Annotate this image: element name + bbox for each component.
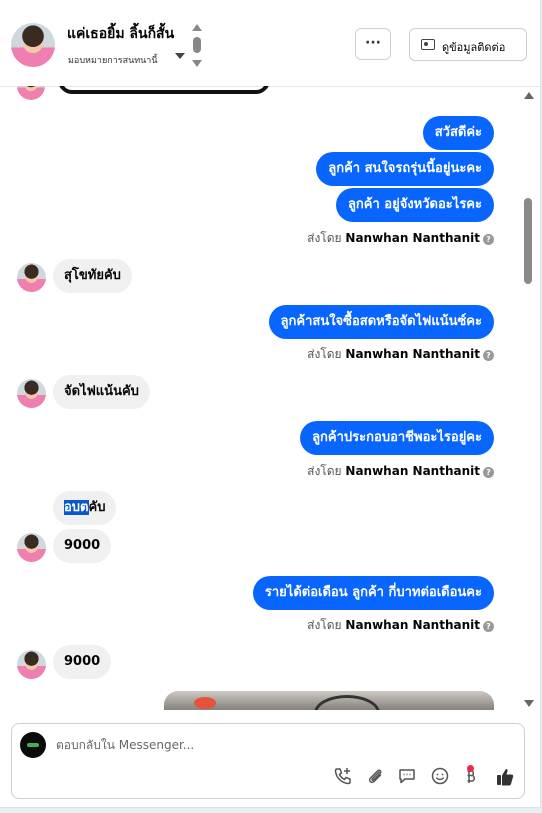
attach-icon[interactable] [364, 766, 386, 788]
incoming-message[interactable]: 9000 [53, 529, 112, 563]
view-contact-button[interactable]: ดูข้อมูลติดต่อ [409, 28, 527, 61]
contact-card-icon [421, 39, 435, 50]
more-options-button[interactable]: ··· [355, 28, 391, 60]
sender-name: Nanwhan Nanthanit [345, 464, 480, 478]
avatar [17, 379, 46, 408]
image-attachment[interactable] [164, 691, 494, 710]
incoming-message[interactable]: อบตคับ [53, 491, 117, 525]
info-icon[interactable]: ? [483, 234, 494, 245]
incoming-message[interactable]: สุโขทัยคับ [53, 259, 132, 293]
outgoing-message[interactable]: ลูกค้าประกอบอาชีพอะไรอยู่คะ [300, 421, 494, 455]
sender-name: Nanwhan Nanthanit [345, 618, 480, 632]
info-icon[interactable]: ? [483, 350, 494, 361]
avatar [17, 650, 46, 679]
sender-name: Nanwhan Nanthanit [345, 347, 480, 361]
incoming-message[interactable]: 9000 [53, 645, 112, 679]
outgoing-message[interactable]: รายได้ต่อเดือน ลูกค้า กี่บาทต่อเดือนคะ [252, 576, 494, 610]
outgoing-message[interactable]: ลูกค้า สนใจรถรุ่นนี้อยู่นะคะ [316, 152, 494, 186]
sender-name: Nanwhan Nanthanit [345, 231, 480, 245]
info-icon[interactable]: ? [483, 621, 494, 632]
contact-name[interactable]: แค่เธอยิ้ม ลิ้นก็สั้น [67, 23, 174, 45]
message-list[interactable]: สวัสดีค่ะ ลูกค้า สนใจรถรุ่นนี้อยู่นะคะ ล… [0, 86, 520, 710]
message-text: คับ [88, 500, 106, 515]
sent-by-label: ส่งโดย Nanwhan Nanthanit? [307, 616, 494, 635]
view-contact-label: ดูข้อมูลติดต่อ [442, 41, 506, 54]
outgoing-message[interactable]: ลูกค้าสนใจซื้อสดหรือจัดไฟแน้นซ์คะ [268, 305, 494, 339]
sent-by-prefix: ส่งโดย [307, 618, 342, 632]
scroll-down-icon[interactable] [192, 60, 202, 67]
assign-conversation-label[interactable]: มอบหมายการสนทนานี้ [68, 53, 158, 67]
page-avatar [20, 732, 46, 758]
sent-by-prefix: ส่งโดย [307, 231, 342, 245]
scroll-thumb[interactable] [193, 37, 201, 53]
info-icon[interactable]: ? [483, 467, 494, 478]
conversation-header: แค่เธอยิ้ม ลิ้นก็สั้น มอบหมายการสนทนานี้… [0, 0, 540, 87]
emoji-icon[interactable] [429, 766, 451, 788]
message-bubble-cropped [58, 86, 270, 94]
avatar [17, 533, 46, 562]
avatar [17, 263, 46, 292]
scroll-up-icon[interactable] [524, 92, 534, 99]
message-scrollbar[interactable] [521, 88, 535, 708]
sent-by-label: ส่งโดย Nanwhan Nanthanit? [307, 462, 494, 481]
sent-by-prefix: ส่งโดย [307, 347, 342, 361]
notification-dot [467, 765, 474, 772]
conversation-panel: แค่เธอยิ้ม ลิ้นก็สั้น มอบหมายการสนทนานี้… [0, 0, 541, 808]
scroll-up-icon[interactable] [192, 24, 202, 31]
scroll-down-icon[interactable] [524, 700, 534, 707]
header-scrollbar[interactable] [192, 24, 202, 68]
selected-text[interactable]: อบต [64, 500, 89, 515]
add-call-icon[interactable] [332, 766, 354, 788]
sent-by-prefix: ส่งโดย [307, 464, 342, 478]
outgoing-message[interactable]: ลูกค้า อยู่จังหวัดอะไรคะ [335, 188, 494, 222]
avatar [17, 86, 45, 100]
contact-avatar[interactable] [11, 23, 55, 67]
incoming-message[interactable]: จัดไฟแน้นคับ [53, 375, 150, 409]
reply-input[interactable] [56, 738, 356, 752]
sent-by-label: ส่งโดย Nanwhan Nanthanit? [307, 345, 494, 364]
message-composer [11, 723, 525, 799]
outgoing-message[interactable]: สวัสดีค่ะ [422, 116, 494, 150]
sent-by-label: ส่งโดย Nanwhan Nanthanit? [307, 229, 494, 248]
chevron-down-icon[interactable] [175, 53, 185, 59]
thumbs-up-icon[interactable] [494, 766, 516, 788]
saved-reply-icon[interactable] [396, 766, 418, 788]
scroll-thumb[interactable] [524, 198, 532, 284]
